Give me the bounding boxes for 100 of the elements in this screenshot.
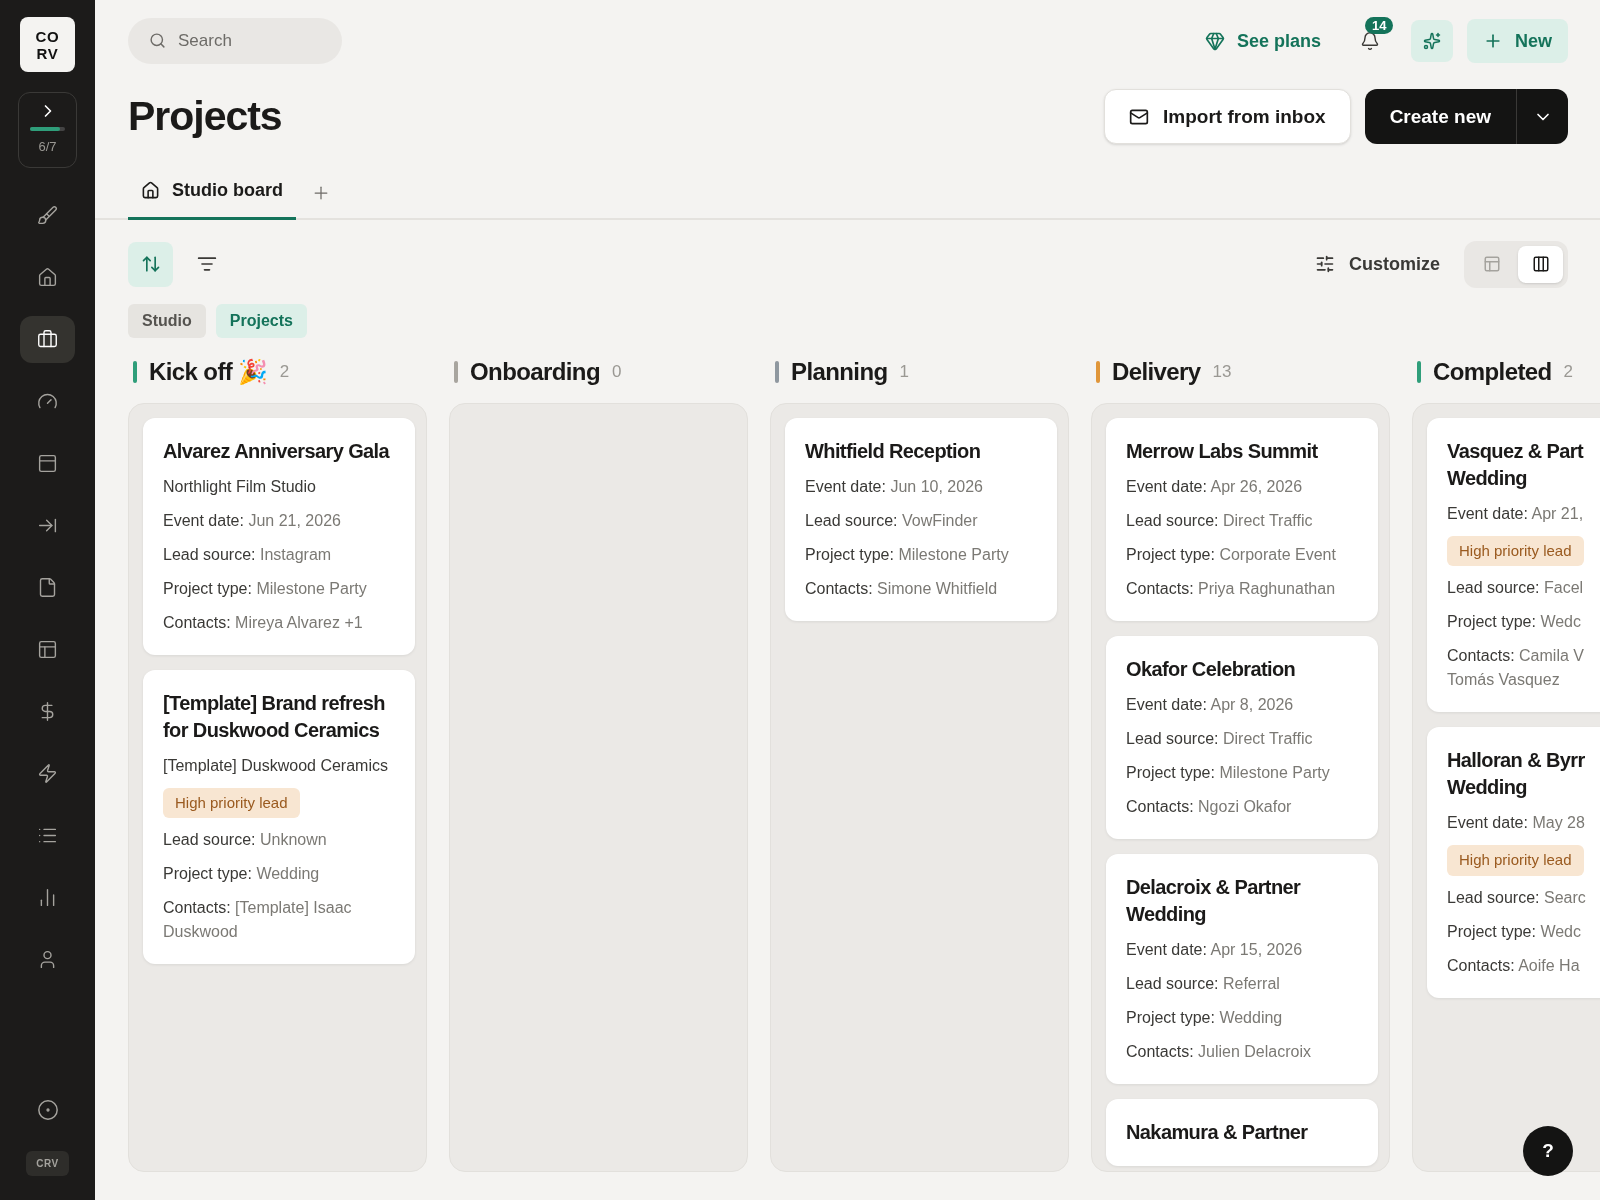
card-title: Nakamura & Partner: [1126, 1119, 1309, 1145]
brush-icon: [37, 205, 58, 226]
card-field: Project type: Milestone Party: [1126, 760, 1358, 785]
card-title: Okafor Celebration: [1126, 656, 1297, 682]
priority-tag: High priority lead: [163, 787, 300, 818]
logo[interactable]: CO RV: [20, 17, 75, 72]
project-card[interactable]: Halloran & Byrr Wedding Event date: May 28 High priority lead Lead source: Searc Project type: Wedc Contacts: Aoife Ha: [1427, 727, 1600, 998]
see-plans-link[interactable]: See plans: [1196, 27, 1329, 55]
layout-icon: [37, 639, 58, 660]
project-card[interactable]: Delacroix & Partner Wedding Event date: Apr 15, 2026 Lead source: Referral Project type: Wedding Contacts: Julien Delacroix: [1106, 853, 1378, 1084]
card-field: Lead source: Unknown: [163, 828, 395, 852]
search-icon: [149, 32, 166, 49]
card-title: Alvarez Anniversary Gala: [163, 438, 391, 464]
card-field: Event date: Apr 26, 2026: [1126, 474, 1358, 499]
column-title: Kick off 🎉: [149, 356, 268, 387]
column-title: Completed: [1433, 356, 1552, 387]
new-button[interactable]: New: [1467, 19, 1568, 63]
board-view-button[interactable]: [1518, 245, 1563, 283]
notifications-icon[interactable]: [1360, 31, 1380, 51]
card-subtitle: [Template] Duskwood Ceramics: [163, 755, 389, 776]
briefcase-icon: [37, 329, 58, 350]
file-icon: [37, 577, 58, 598]
card-field: Lead source: Direct Traffic: [1126, 508, 1358, 533]
customize-button[interactable]: Customize: [1315, 250, 1440, 278]
column-title: Planning: [791, 356, 888, 387]
card-title: Delacroix & Partner Wedding: [1126, 874, 1302, 927]
board-tab[interactable]: Studio board: [128, 176, 296, 220]
card-field: Lead source: Referral: [1126, 971, 1358, 996]
column-count: 2: [279, 360, 290, 383]
page-title: Projects: [128, 92, 282, 141]
project-card[interactable]: Whitfield Reception Event date: Jun 10, 2026 Lead source: VowFinder Project type: Milestone Party Contacts: Simone Whitfield: [785, 417, 1057, 621]
card-field: Contacts: Ngozi Okafor: [1126, 794, 1358, 819]
card-field: Project type: Wedding: [163, 862, 395, 886]
priority-tag: High priority lead: [1447, 845, 1584, 876]
nav-item[interactable]: [20, 316, 75, 363]
card-field: Contacts: Priya Raghunathan: [1126, 576, 1358, 601]
project-card[interactable]: Okafor Celebration Event date: Apr 8, 2026 Lead source: Direct Traffic Project type: Milestone Party Contacts: Ngozi Okafor: [1106, 635, 1378, 839]
import-button[interactable]: Import from inbox: [1104, 89, 1351, 145]
project-card[interactable]: Vasquez & Part Wedding Event date: Apr 21, High priority lead Lead source: Facel Project type: Wedc Contacts: Camila V Tomás Vasquez: [1427, 417, 1600, 712]
breadcrumb-chip[interactable]: Projects: [215, 303, 307, 338]
card-field: Contacts: Aoife Ha: [1447, 953, 1600, 978]
table-icon: [1482, 255, 1501, 273]
card-field: Lead source: VowFinder: [805, 508, 1037, 533]
sort-icon: [140, 254, 161, 274]
card-field: Contacts: [Template] Isaac Duskwood: [163, 896, 395, 944]
project-card[interactable]: Merrow Labs Summit Event date: Apr 26, 2026 Lead source: Direct Traffic Project type: Corporate Event Contacts: Priya Raghunathan: [1106, 417, 1378, 621]
home-icon: [141, 180, 160, 200]
card-field: Event date: Jun 10, 2026: [805, 474, 1037, 499]
card-field: Event date: Apr 8, 2026: [1126, 692, 1358, 717]
filter-icon: [197, 254, 217, 274]
card-field: Contacts: Simone Whitfield: [805, 576, 1037, 601]
card-field: Project type: Wedding: [1126, 1005, 1358, 1030]
card-field: Project type: Milestone Party: [163, 576, 395, 601]
card-field: Event date: Jun 21, 2026: [163, 508, 395, 533]
sliders-icon: [1315, 254, 1335, 274]
target-icon: [36, 1099, 59, 1121]
project-card[interactable]: Alvarez Anniversary Gala Northlight Film Studio Event date: Jun 21, 2026 Lead source: Instagram Project type: Milestone Party Contacts: Mireya Alvarez +1: [143, 417, 415, 655]
card-title: Halloran & Byrr Wedding: [1447, 748, 1586, 800]
card-field: Event date: Apr 21,: [1447, 501, 1600, 526]
column-count: 0: [612, 360, 622, 383]
card-field: Project type: Wedc: [1447, 919, 1600, 944]
card-field: Project type: Milestone Party: [805, 542, 1037, 567]
column-count: 1: [899, 360, 909, 383]
progress-label: 6/7: [38, 138, 57, 156]
card-title: Vasquez & Part Wedding: [1447, 438, 1585, 491]
columns-icon: [1531, 255, 1550, 273]
card-subtitle: Northlight Film Studio: [163, 476, 317, 497]
notification-count: 14: [1365, 17, 1394, 34]
card-field: Event date: May 28: [1447, 811, 1600, 835]
progress-widget[interactable]: 6/7: [18, 92, 77, 168]
column-count: 13: [1212, 360, 1232, 383]
card-title: Merrow Labs Summit: [1126, 438, 1319, 464]
card-field: Project type: Wedc: [1447, 610, 1600, 634]
priority-tag: High priority lead: [1447, 535, 1584, 566]
workspace-badge[interactable]: CRV: [26, 1151, 69, 1176]
lightning-icon: [37, 763, 58, 784]
column-title: Onboarding: [470, 356, 600, 387]
search-field[interactable]: Search: [128, 18, 342, 64]
project-card[interactable]: Nakamura & Partner: [1106, 1098, 1378, 1166]
window-icon: [37, 453, 58, 474]
diamond-icon: [1204, 31, 1225, 51]
sparkles-icon: [1423, 32, 1441, 50]
card-field: Lead source: Instagram: [163, 542, 395, 567]
column-count: 2: [1563, 360, 1574, 383]
card-field: Project type: Corporate Event: [1126, 542, 1358, 567]
card-field: Contacts: Camila V Tomás Vasquez: [1447, 644, 1600, 692]
ai-button[interactable]: [1411, 20, 1453, 62]
card-field: Lead source: Direct Traffic: [1126, 726, 1358, 751]
card-field: Contacts: Julien Delacroix: [1126, 1039, 1358, 1064]
column-title: Delivery: [1112, 356, 1201, 387]
card-field: Lead source: Facel: [1447, 576, 1600, 600]
card-title: Whitfield Reception: [805, 438, 982, 464]
breadcrumb-chip[interactable]: Studio: [128, 303, 206, 338]
card-title: [Template] Brand refresh for Duskwood Ceramics: [163, 690, 386, 743]
project-card[interactable]: [Template] Brand refresh for Duskwood Ceramics [Template] Duskwood Ceramics High priority lead Lead source: Unknown Project type: Wedding Contacts: [Template] Isaac Duskwood: [143, 669, 415, 964]
card-field: Event date: Apr 15, 2026: [1126, 937, 1358, 962]
card-field: Contacts: Mireya Alvarez +1: [163, 610, 395, 635]
home-icon: [37, 267, 58, 288]
card-field: Lead source: Searc: [1447, 885, 1600, 910]
sort-button[interactable]: [128, 241, 173, 287]
